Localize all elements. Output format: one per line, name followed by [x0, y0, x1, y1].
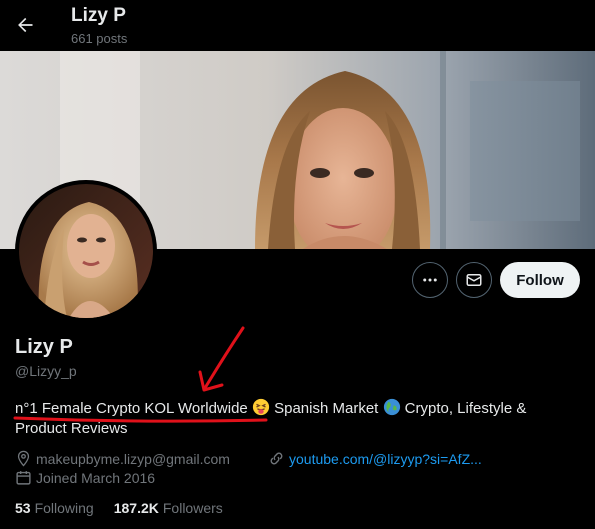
- bio-highlight: n°1 Female Crypto KOL Worldwide: [15, 400, 248, 417]
- header-title: Lizy P: [71, 5, 126, 26]
- following-label: Following: [34, 500, 94, 516]
- website-link[interactable]: youtube.com/@lizyyp?si=AfZ...: [289, 451, 482, 467]
- handle: @Lizyy_p: [15, 363, 77, 379]
- follow-counts: 53 Following 187.2K Followers: [15, 500, 243, 516]
- calendar-icon: [16, 471, 31, 485]
- website-row[interactable]: youtube.com/@lizyyp?si=AfZ...: [268, 450, 482, 467]
- bio-crypto-lifestyle: Crypto, Lifestyle &: [404, 400, 527, 417]
- avatar[interactable]: [15, 180, 157, 322]
- location-pin-icon: [17, 450, 30, 467]
- bio-spanish-market: Spanish Market: [274, 400, 379, 417]
- squinting-tongue-emoji: [252, 398, 270, 416]
- following-count: 53: [15, 500, 31, 516]
- followers-label: Followers: [162, 500, 223, 516]
- annotation-arrowhead: [198, 370, 224, 392]
- joined-row: Joined March 2016: [15, 469, 155, 486]
- globe-emoji: [383, 398, 400, 416]
- location-row: makeupbyme.lizyp@gmail.com: [15, 450, 230, 467]
- message-button[interactable]: [456, 262, 492, 298]
- bio-product-reviews: Product Reviews: [15, 420, 128, 437]
- envelope-icon: [466, 274, 482, 286]
- email-text: makeupbyme.lizyp@gmail.com: [36, 450, 230, 467]
- followers-count: 187.2K: [113, 500, 159, 516]
- joined-text: Joined March 2016: [36, 469, 156, 486]
- more-dots-icon: [423, 278, 437, 282]
- more-button[interactable]: [412, 262, 448, 298]
- following-link[interactable]: 53 Following: [15, 500, 94, 516]
- followers-link[interactable]: 187.2K Followers: [114, 500, 223, 516]
- top-bar: Lizy P 661 posts: [0, 0, 595, 50]
- arrow-left-icon: [18, 17, 33, 33]
- display-name: Lizy P: [15, 336, 73, 358]
- posts-count: 661 posts: [71, 31, 128, 46]
- back-button[interactable]: [10, 10, 40, 40]
- follow-button[interactable]: Follow: [500, 262, 580, 298]
- annotation-arrow: [203, 326, 245, 390]
- link-icon: [270, 452, 283, 465]
- bio: n°1 Female Crypto KOL Worldwide Spanish …: [15, 398, 580, 439]
